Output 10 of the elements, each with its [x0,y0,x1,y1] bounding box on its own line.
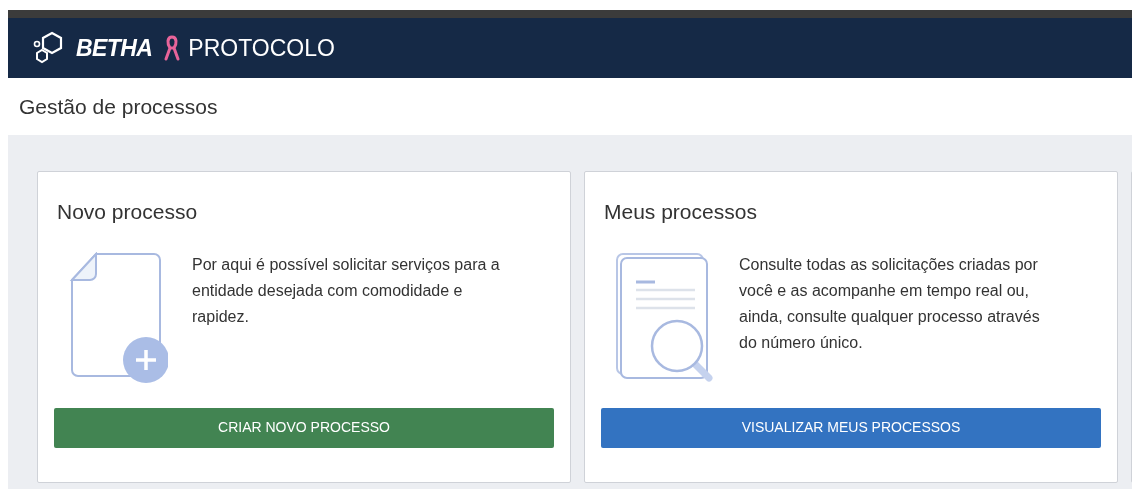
ribbon-icon [164,35,181,61]
product-name: PROTOCOLO [188,33,335,63]
action-button[interactable]: VISUALIZAR MEUS PROCESSOS [601,407,1101,448]
card-description: Consulte todas as solicitações criadas por você e as acompanhe em tempo real ou, ainda, consulte qualquer processo através do número único. [739,254,1041,353]
brand-name: BETHA [76,33,153,63]
card-title: Meus processos [603,199,758,225]
page-title: Gestão de processos [19,93,218,120]
action-button[interactable]: CRIAR NOVO PROCESSO [54,407,554,448]
card-description: Por aqui é possível solicitar serviços para a entidade desejada com comodidade e rapidez. [192,254,501,327]
card-title: Novo processo [56,199,199,225]
